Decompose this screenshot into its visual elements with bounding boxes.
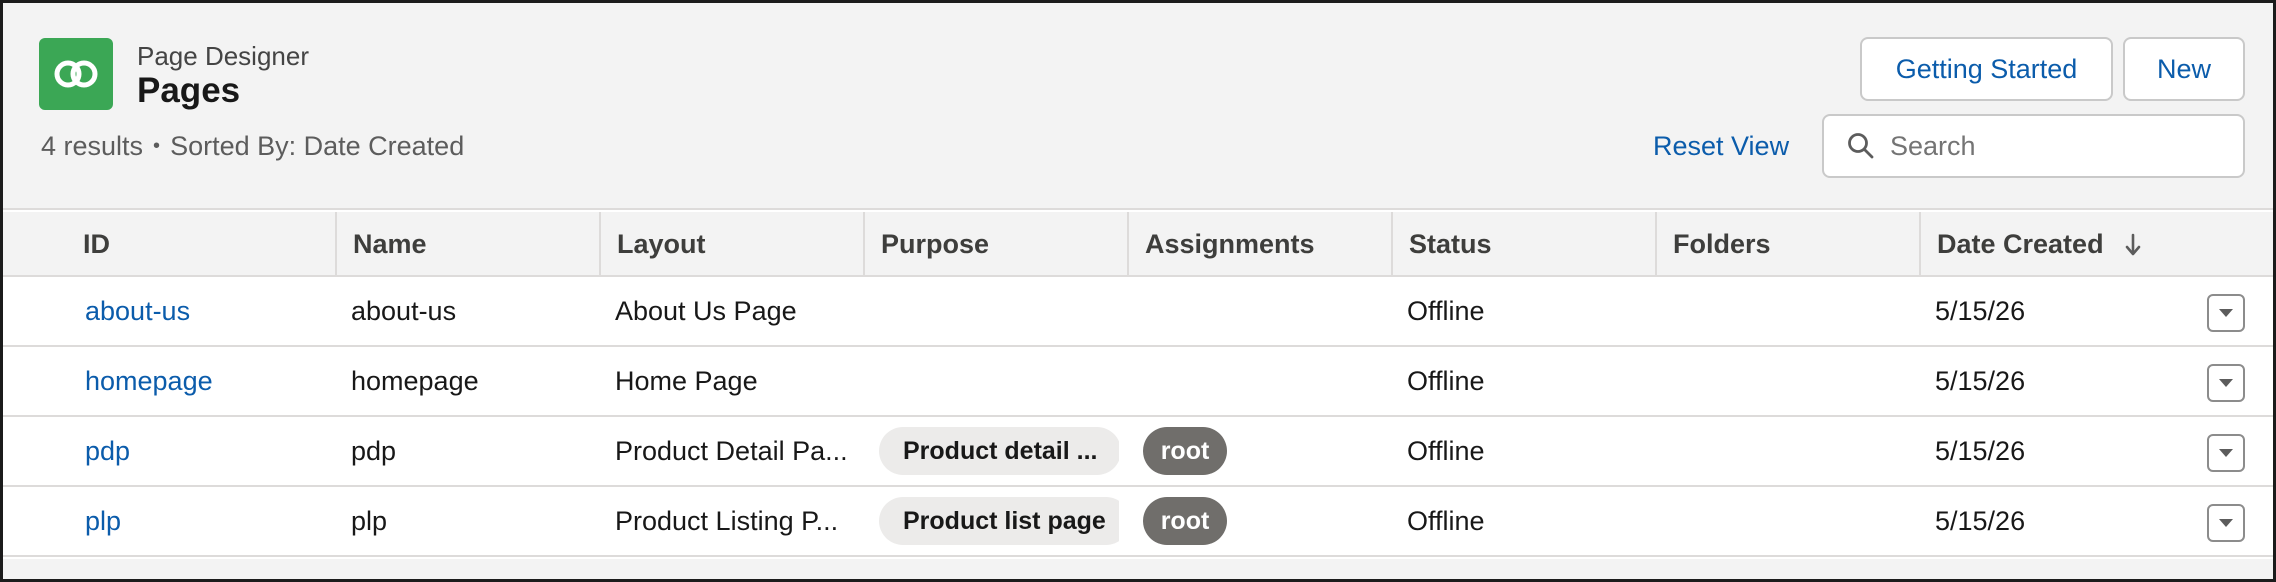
- row-id-link[interactable]: homepage: [85, 366, 213, 397]
- row-id-link[interactable]: about-us: [85, 296, 190, 327]
- object-label: Page Designer: [137, 41, 309, 71]
- pages-table: ID Name Layout Purpose Assignments Statu…: [3, 212, 2273, 557]
- arrow-down-icon: [2125, 233, 2140, 255]
- row-name: homepage: [351, 365, 479, 396]
- row-date-created: 5/15/26: [1935, 505, 2026, 536]
- column-header-folders[interactable]: Folders: [1655, 212, 1919, 277]
- row-id-link[interactable]: plp: [85, 506, 121, 537]
- chevron-down-icon: [2219, 519, 2233, 527]
- row-date-created: 5/15/26: [1935, 295, 2026, 326]
- page-title: Pages: [137, 71, 241, 110]
- row-layout: Home Page: [615, 365, 758, 396]
- results-count: 4 results: [41, 131, 144, 161]
- chevron-down-icon: [2219, 309, 2233, 317]
- search-input[interactable]: [1890, 130, 2230, 162]
- app-frame: Page Designer Pages 4 results • Sorted B…: [0, 0, 2276, 582]
- purpose-pill: Product list page: [879, 497, 1119, 545]
- table-row: plp plp Product Listing P... Product lis…: [3, 487, 2273, 557]
- chevron-down-icon: [2219, 449, 2233, 457]
- page-header: Page Designer Pages 4 results • Sorted B…: [3, 3, 2273, 210]
- table-footer: [3, 559, 2273, 579]
- column-header-purpose[interactable]: Purpose: [863, 212, 1127, 277]
- row-action-menu-button[interactable]: [2207, 294, 2245, 332]
- column-header-status[interactable]: Status: [1391, 212, 1655, 277]
- row-status: Offline: [1407, 505, 1485, 536]
- row-status: Offline: [1407, 435, 1485, 466]
- purpose-pill: Product detail ...: [879, 427, 1119, 475]
- sort-description: Sorted By: Date Created: [170, 131, 465, 161]
- table-row: pdp pdp Product Detail Pa... Product det…: [3, 417, 2273, 487]
- row-action-menu-button[interactable]: [2207, 504, 2245, 542]
- row-date-created: 5/15/26: [1935, 365, 2026, 396]
- search-box[interactable]: [1822, 114, 2245, 178]
- row-layout: Product Listing P...: [615, 505, 839, 536]
- search-icon: [1848, 133, 1874, 159]
- row-name: pdp: [351, 435, 397, 466]
- row-name: plp: [351, 505, 388, 536]
- table-header: ID Name Layout Purpose Assignments Statu…: [3, 212, 2273, 277]
- row-name: about-us: [351, 295, 457, 326]
- row-action-menu-button[interactable]: [2207, 364, 2245, 402]
- row-layout: Product Detail Pa...: [615, 435, 848, 466]
- table-row: about-us about-us About Us Page Offline …: [3, 277, 2273, 347]
- column-header-date-created-label: Date Created: [1937, 229, 2104, 259]
- chevron-down-icon: [2219, 379, 2233, 387]
- new-button[interactable]: New: [2123, 37, 2245, 101]
- getting-started-button[interactable]: Getting Started: [1860, 37, 2113, 101]
- row-date-created: 5/15/26: [1935, 435, 2026, 466]
- column-header-date-created[interactable]: Date Created: [1919, 212, 2273, 277]
- row-action-menu-button[interactable]: [2207, 434, 2245, 472]
- row-status: Offline: [1407, 295, 1485, 326]
- column-header-assignments[interactable]: Assignments: [1127, 212, 1391, 277]
- reset-view-link[interactable]: Reset View: [1653, 131, 1789, 162]
- assignment-badge: root: [1143, 497, 1227, 545]
- column-header-layout[interactable]: Layout: [599, 212, 863, 277]
- separator-dot: •: [153, 135, 161, 157]
- results-summary: 4 results • Sorted By: Date Created: [41, 131, 464, 162]
- column-header-id[interactable]: ID: [3, 212, 335, 277]
- row-layout: About Us Page: [615, 295, 797, 326]
- table-row: homepage homepage Home Page Offline 5/15…: [3, 347, 2273, 417]
- assignment-badge: root: [1143, 427, 1227, 475]
- row-status: Offline: [1407, 365, 1485, 396]
- column-header-name[interactable]: Name: [335, 212, 599, 277]
- row-id-link[interactable]: pdp: [85, 436, 130, 467]
- page-designer-icon: [39, 38, 113, 110]
